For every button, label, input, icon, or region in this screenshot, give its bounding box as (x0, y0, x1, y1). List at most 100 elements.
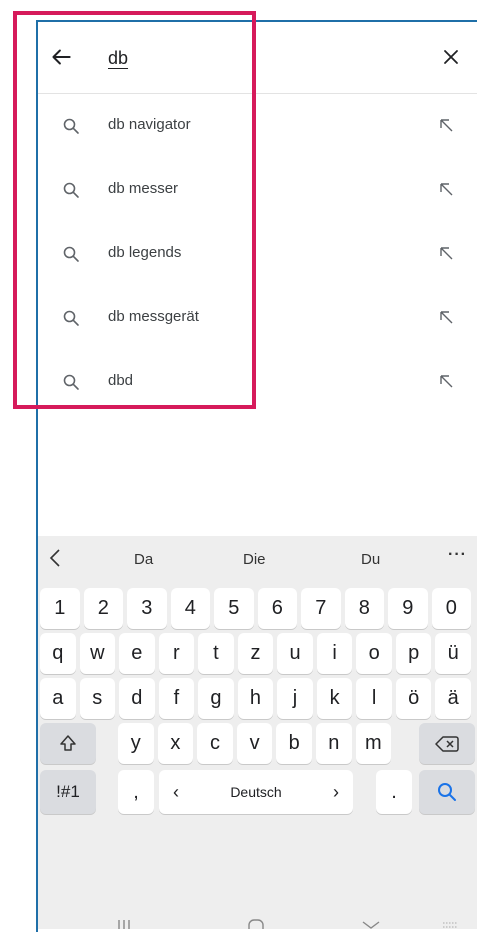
chevron-left-icon[interactable] (48, 548, 62, 568)
key-9[interactable]: 9 (388, 588, 428, 629)
search-input[interactable]: db (108, 48, 128, 69)
key-label: ö (408, 687, 420, 709)
arrow-up-left-icon[interactable] (439, 246, 453, 260)
key-u[interactable]: u (277, 633, 313, 674)
key-label: x (170, 732, 181, 754)
key-ö[interactable]: ö (395, 678, 432, 719)
key-6[interactable]: 6 (257, 588, 297, 629)
navigation-bar (38, 910, 477, 934)
key-5[interactable]: 5 (214, 588, 254, 629)
arrow-up-left-icon[interactable] (439, 310, 453, 324)
keyboard-grid-icon[interactable] (443, 922, 457, 928)
key-w[interactable]: w (79, 633, 116, 674)
key-1[interactable]: 1 (40, 588, 80, 629)
arrow-up-left-icon[interactable] (439, 374, 453, 388)
key-k[interactable]: k (316, 678, 353, 719)
shift-key[interactable] (40, 723, 96, 764)
key-g[interactable]: g (198, 678, 234, 719)
key-f[interactable]: f (158, 678, 195, 719)
suggestion-item[interactable]: db navigator (38, 94, 477, 158)
key-i[interactable]: i (316, 633, 353, 674)
key-label: s (92, 687, 103, 709)
chevron-down-icon[interactable] (362, 921, 380, 929)
chevron-left-icon: ‹ (173, 782, 179, 802)
key-s[interactable]: s (79, 678, 116, 719)
shift-icon (60, 735, 76, 751)
period-key[interactable]: . (376, 770, 412, 814)
key-2[interactable]: 2 (83, 588, 123, 629)
key-j[interactable]: j (277, 678, 313, 719)
more-icon[interactable]: ··· (448, 546, 467, 564)
chevron-right-icon: › (333, 782, 339, 802)
recent-apps-icon[interactable] (118, 920, 130, 929)
backspace-key[interactable] (419, 723, 475, 764)
suggestion-item[interactable]: db legends (38, 222, 477, 286)
key-label: w (90, 642, 105, 664)
key-label: 5 (228, 597, 240, 619)
key-label: 2 (97, 597, 109, 619)
search-icon (63, 118, 79, 134)
search-icon (63, 182, 79, 198)
key-label: i (332, 642, 337, 664)
key-8[interactable]: 8 (344, 588, 384, 629)
comma-key[interactable]: , (118, 770, 154, 814)
key-t[interactable]: t (198, 633, 234, 674)
key-label: 1 (54, 597, 66, 619)
key-label: f (173, 687, 180, 709)
key-d[interactable]: d (119, 678, 155, 719)
key-x[interactable]: x (157, 723, 194, 764)
arrow-up-left-icon[interactable] (439, 118, 453, 132)
key-label: z (250, 642, 261, 664)
key-label: b (288, 732, 300, 754)
key-q[interactable]: q (40, 633, 76, 674)
key-h[interactable]: h (237, 678, 274, 719)
key-label: u (289, 642, 301, 664)
key-a[interactable]: a (40, 678, 76, 719)
key-v[interactable]: v (236, 723, 273, 764)
key-label: 9 (402, 597, 414, 619)
home-icon[interactable] (248, 919, 264, 934)
suggestion-label: dbd (108, 372, 134, 389)
key-4[interactable]: 4 (170, 588, 210, 629)
key-n[interactable]: n (316, 723, 352, 764)
key-7[interactable]: 7 (301, 588, 341, 629)
key-label: 4 (184, 597, 196, 619)
key-y[interactable]: y (118, 723, 154, 764)
arrow-up-left-icon[interactable] (439, 182, 453, 196)
suggestion-item[interactable]: dbd (38, 350, 477, 414)
symbols-key[interactable]: !#1 (40, 770, 96, 814)
suggestion-label: db navigator (108, 116, 191, 133)
suggestion-label: db messgerät (108, 308, 199, 325)
space-key[interactable]: ‹ Deutsch › (159, 770, 353, 814)
key-ä[interactable]: ä (435, 678, 471, 719)
prediction-word[interactable]: Da (134, 551, 153, 568)
key-3[interactable]: 3 (127, 588, 167, 629)
search-icon (63, 374, 79, 390)
space-label: Deutsch (230, 784, 282, 800)
key-label: n (328, 732, 340, 754)
key-m[interactable]: m (355, 723, 392, 764)
suggestion-item[interactable]: db messgerät (38, 286, 477, 350)
key-r[interactable]: r (158, 633, 195, 674)
key-p[interactable]: p (395, 633, 432, 674)
key-e[interactable]: e (119, 633, 155, 674)
close-icon (444, 50, 458, 64)
key-b[interactable]: b (276, 723, 312, 764)
key-label: !#1 (56, 782, 80, 801)
key-ü[interactable]: ü (435, 633, 471, 674)
key-label: p (408, 642, 420, 664)
back-button[interactable] (48, 44, 74, 70)
key-l[interactable]: l (356, 678, 392, 719)
search-key[interactable] (419, 770, 475, 814)
key-0[interactable]: 0 (431, 588, 471, 629)
search-icon (63, 310, 79, 326)
key-z[interactable]: z (237, 633, 274, 674)
clear-button[interactable] (441, 47, 461, 67)
key-label: ü (447, 642, 459, 664)
key-c[interactable]: c (197, 723, 233, 764)
key-o[interactable]: o (356, 633, 392, 674)
prediction-word[interactable]: Die (243, 551, 266, 568)
key-label: a (52, 687, 64, 709)
prediction-word[interactable]: Du (361, 551, 380, 568)
suggestion-item[interactable]: db messer (38, 158, 477, 222)
